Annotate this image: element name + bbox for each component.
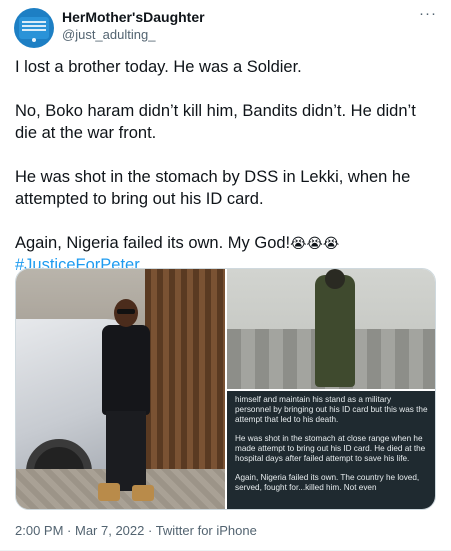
tweet-line: He was shot in the stomach by DSS in Lek… [15,168,411,208]
man-figure [96,299,156,504]
avatar-dot [32,38,36,42]
boot [132,485,154,501]
caption-paragraph: He was shot in the stomach at close rang… [235,434,426,463]
tweet-line: I lost a brother today. He was a Soldier… [15,58,302,76]
soldier-figure [315,269,355,387]
photo-man-by-car[interactable] [16,269,225,509]
avatar[interactable] [14,8,54,48]
tweet-source[interactable]: Twitter for iPhone [156,523,257,538]
tweet-metadata: 2:00 PM · Mar 7, 2022 · Twitter for iPho… [15,523,257,538]
tweet-text: I lost a brother today. He was a Soldier… [15,56,441,298]
media-grid: himself and maintain his stand as a mili… [15,268,436,510]
tweet-line-text: Again, Nigeria failed its own. My God! [15,234,291,252]
separator: · [144,523,156,538]
boot [98,483,120,501]
photo-text-caption[interactable]: himself and maintain his stand as a mili… [227,391,435,509]
man-legs [106,411,146,491]
caption-paragraph: himself and maintain his stand as a mili… [235,395,428,424]
display-name[interactable]: HerMother'sDaughter [62,9,205,25]
avatar-logo-icon [19,17,49,39]
photo-soldier[interactable] [227,269,435,389]
sunglasses [117,309,135,314]
caption-paragraph: Again, Nigeria failed its own. The count… [235,473,420,492]
tweet-line: No, Boko haram didn’t kill him, Bandits … [15,102,416,142]
tweet-card: HerMother'sDaughter @just_adulting_ ··· … [0,0,451,551]
more-options-icon[interactable]: ··· [419,6,437,21]
separator: · [63,523,75,538]
man-torso [102,325,150,415]
user-handle[interactable]: @just_adulting_ [62,27,155,42]
tweet-time[interactable]: 2:00 PM [15,523,63,538]
crying-emoji-icon: 😭😭😭 [290,235,340,251]
tweet-line: Again, Nigeria failed its own. My God!😭😭… [15,232,441,254]
tweet-date[interactable]: Mar 7, 2022 [75,523,144,538]
